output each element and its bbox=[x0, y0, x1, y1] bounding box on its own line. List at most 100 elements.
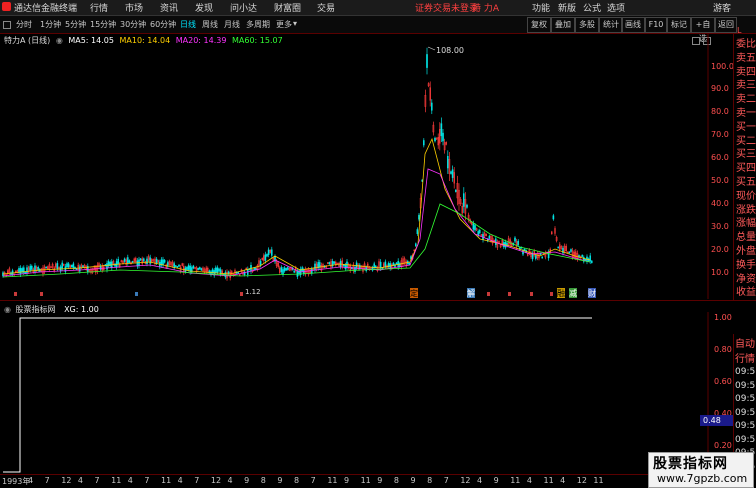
candle-body bbox=[355, 262, 358, 268]
date-tick: 9 bbox=[244, 476, 250, 485]
price-axis: 100.0 90.0 80.0 70.0 60.0 50.0 40.0 30.0… bbox=[711, 62, 733, 277]
xg-signal-line bbox=[3, 317, 592, 473]
chevron-down-icon[interactable]: ▾ bbox=[293, 19, 297, 28]
date-tick: 4 bbox=[476, 476, 483, 485]
candlestick-series bbox=[2, 47, 593, 281]
sidebar-label: 买二 bbox=[736, 135, 756, 147]
date-tick: 4 bbox=[560, 476, 566, 485]
period-30min[interactable]: 30分钟 bbox=[120, 19, 146, 30]
time-tick: 09:5 bbox=[735, 367, 756, 377]
candle-body bbox=[283, 267, 286, 272]
period-5min[interactable]: 5分钟 bbox=[65, 19, 86, 30]
period-monthly[interactable]: 月线 bbox=[224, 19, 240, 30]
candle-body bbox=[266, 254, 268, 257]
dividend-marker bbox=[135, 292, 138, 296]
menu-item-trade[interactable]: 交易 bbox=[317, 1, 335, 14]
login-status[interactable]: 证券交易未登录 bbox=[415, 1, 478, 14]
quote-sidebar: L 委比 卖五 卖四 卖三 卖二 卖一 买一 买二 买三 买四 买五 现价 涨跌 涨幅 总量 外盘 换手 净资 收益 bbox=[733, 26, 756, 300]
date-tick: 8 bbox=[427, 476, 433, 485]
date-tick: 11 bbox=[543, 476, 554, 485]
candle-body bbox=[254, 267, 257, 270]
date-tick: 1993年 bbox=[2, 477, 31, 486]
candle-body bbox=[198, 267, 201, 270]
dividend-marker bbox=[508, 292, 511, 296]
candle-body bbox=[136, 260, 139, 267]
candle-body bbox=[395, 262, 398, 265]
period-intraday[interactable]: 分时 bbox=[16, 19, 32, 30]
candle-body bbox=[280, 267, 283, 273]
period-15min[interactable]: 15分钟 bbox=[90, 19, 116, 30]
menu-item-options[interactable]: 选项 bbox=[607, 1, 625, 14]
price-tick: 90.0 bbox=[711, 84, 729, 93]
candle-body bbox=[149, 257, 152, 264]
menu-item-news[interactable]: 资讯 bbox=[160, 1, 178, 14]
kline-chart[interactable]: 100.0 90.0 80.0 70.0 60.0 50.0 40.0 30.0… bbox=[0, 34, 733, 299]
toolbar-multi-stock[interactable]: 多股 bbox=[575, 17, 599, 33]
date-tick: 7 bbox=[443, 476, 449, 485]
menu-item-function[interactable]: 功能 bbox=[532, 1, 550, 14]
candle-body bbox=[535, 255, 537, 259]
menu-item-discover[interactable]: 发现 bbox=[195, 1, 213, 14]
toolbar-add-watch[interactable]: +自选 bbox=[691, 17, 715, 43]
date-axis: 1993年 4 7 12 4 7 11 4 7 11 4 7 12 4 9 8 9 8 7 11 9 11 9 8 9 8 7 12 4… bbox=[0, 474, 733, 488]
candle-body bbox=[591, 260, 593, 263]
menu-item-newversion[interactable]: 新版 bbox=[558, 1, 576, 14]
sidebar-header-icon[interactable]: L bbox=[737, 26, 741, 35]
date-tick: 9 bbox=[277, 476, 283, 485]
period-daily[interactable]: 日线 bbox=[180, 19, 196, 30]
event-markers: 定 解 融 减 财 bbox=[410, 288, 596, 298]
candle-body bbox=[45, 266, 47, 269]
date-tick: 4 bbox=[526, 476, 532, 485]
menu-item-wealth[interactable]: 财富圈 bbox=[274, 1, 301, 14]
dividend-marker bbox=[487, 292, 490, 296]
expand-icon[interactable] bbox=[3, 21, 11, 29]
svg-text:财: 财 bbox=[588, 288, 596, 298]
menu-item-market[interactable]: 市场 bbox=[125, 1, 143, 14]
candle-body bbox=[416, 229, 419, 234]
toolbar-mark[interactable]: 标记 bbox=[667, 17, 691, 33]
date-tick: 4 bbox=[177, 476, 183, 485]
indicator-chart[interactable]: 1.00 0.80 0.60 0.40 0.20 0.48 bbox=[0, 312, 733, 474]
candle-body bbox=[418, 214, 420, 220]
toolbar-restore-right[interactable]: 复权 bbox=[527, 17, 551, 33]
date-tick: 11 bbox=[161, 476, 172, 485]
sidebar-label: 买一 bbox=[736, 121, 756, 133]
candle-body bbox=[162, 259, 164, 266]
sidebar-mode-label[interactable]: 自动 bbox=[735, 335, 755, 350]
candle-body bbox=[451, 169, 454, 178]
sidebar-label: 换手 bbox=[736, 259, 756, 271]
date-tick: 8 bbox=[294, 476, 300, 485]
menu-item-quotes[interactable]: 行情 bbox=[90, 1, 108, 14]
candle-body bbox=[142, 258, 145, 262]
period-weekly[interactable]: 周线 bbox=[202, 19, 218, 30]
period-1min[interactable]: 1分钟 bbox=[40, 19, 61, 30]
sidebar-label: 收益 bbox=[736, 287, 756, 299]
dividend-marker bbox=[14, 292, 17, 296]
menu-item-ask[interactable]: 问小达 bbox=[230, 1, 257, 14]
candle-body bbox=[531, 253, 534, 260]
candle-body bbox=[31, 265, 33, 270]
toolbar-overlay[interactable]: 叠加 bbox=[551, 17, 575, 33]
user-label[interactable]: 游客 bbox=[713, 1, 731, 14]
toolbar-back[interactable]: 返回 bbox=[715, 17, 737, 33]
candle-body bbox=[447, 156, 449, 169]
period-more[interactable]: 更多 bbox=[276, 19, 292, 30]
toolbar-draw[interactable]: 画线 bbox=[621, 17, 645, 33]
indicator-tick: 0.60 bbox=[714, 377, 732, 386]
svg-text:解: 解 bbox=[467, 288, 475, 298]
watermark-url: www.7gpzb.com bbox=[657, 472, 748, 485]
toolbar-f10[interactable]: F10 bbox=[645, 17, 667, 33]
menu-item-formula[interactable]: 公式 bbox=[583, 1, 601, 14]
candle-body bbox=[333, 261, 336, 264]
candle-body bbox=[431, 102, 433, 111]
price-tick: 30.0 bbox=[711, 222, 729, 231]
toolbar-stats[interactable]: 统计 bbox=[599, 17, 623, 33]
sidebar-label: 现价 bbox=[736, 190, 756, 202]
sidebar-mode-label[interactable]: 行情 bbox=[735, 350, 755, 365]
sidebar-label: 卖三 bbox=[736, 80, 756, 92]
period-multi[interactable]: 多周期 bbox=[246, 19, 270, 30]
candle-body bbox=[379, 261, 382, 269]
period-60min[interactable]: 60分钟 bbox=[150, 19, 176, 30]
sidebar-label: 买三 bbox=[736, 149, 756, 161]
candle-body bbox=[384, 261, 387, 267]
